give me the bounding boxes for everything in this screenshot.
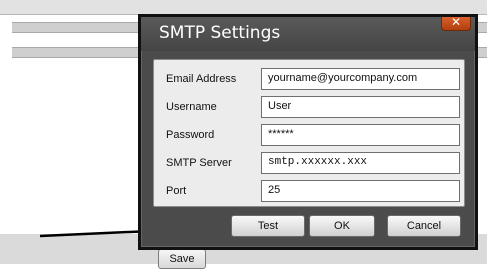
email-address-label: Email Address: [166, 73, 237, 85]
port-input[interactable]: 25: [261, 180, 460, 202]
password-label: Password: [166, 129, 215, 141]
smtp-server-input[interactable]: smtp.xxxxxx.xxx: [261, 152, 460, 174]
background-toolbar: [0, 0, 487, 15]
smtp-settings-dialog: SMTP Settings ✕ Email Address yourname@y…: [138, 14, 478, 250]
password-row: Password ******: [154, 124, 464, 146]
background-field: [12, 47, 144, 58]
username-label: Username: [166, 101, 217, 113]
username-input[interactable]: User: [261, 96, 460, 118]
email-address-row: Email Address yourname@yourcompany.com: [154, 68, 464, 90]
password-input[interactable]: ******: [261, 124, 460, 146]
settings-form: Email Address yourname@yourcompany.com U…: [153, 59, 465, 207]
smtp-server-row: SMTP Server smtp.xxxxxx.xxx: [154, 152, 464, 174]
close-button[interactable]: ✕: [441, 15, 471, 31]
dialog-title: SMTP Settings: [159, 23, 281, 43]
email-address-input[interactable]: yourname@yourcompany.com: [261, 68, 460, 90]
ok-button[interactable]: OK: [309, 215, 375, 237]
port-row: Port 25: [154, 180, 464, 202]
port-label: Port: [166, 185, 187, 197]
username-row: Username User: [154, 96, 464, 118]
test-button[interactable]: Test: [231, 215, 305, 237]
close-icon: ✕: [450, 15, 462, 29]
cancel-button[interactable]: Cancel: [387, 215, 461, 237]
background-field: [12, 22, 144, 33]
smtp-server-label: SMTP Server: [166, 157, 232, 169]
save-button[interactable]: Save: [158, 249, 206, 269]
dialog-titlebar: SMTP Settings: [141, 17, 475, 51]
